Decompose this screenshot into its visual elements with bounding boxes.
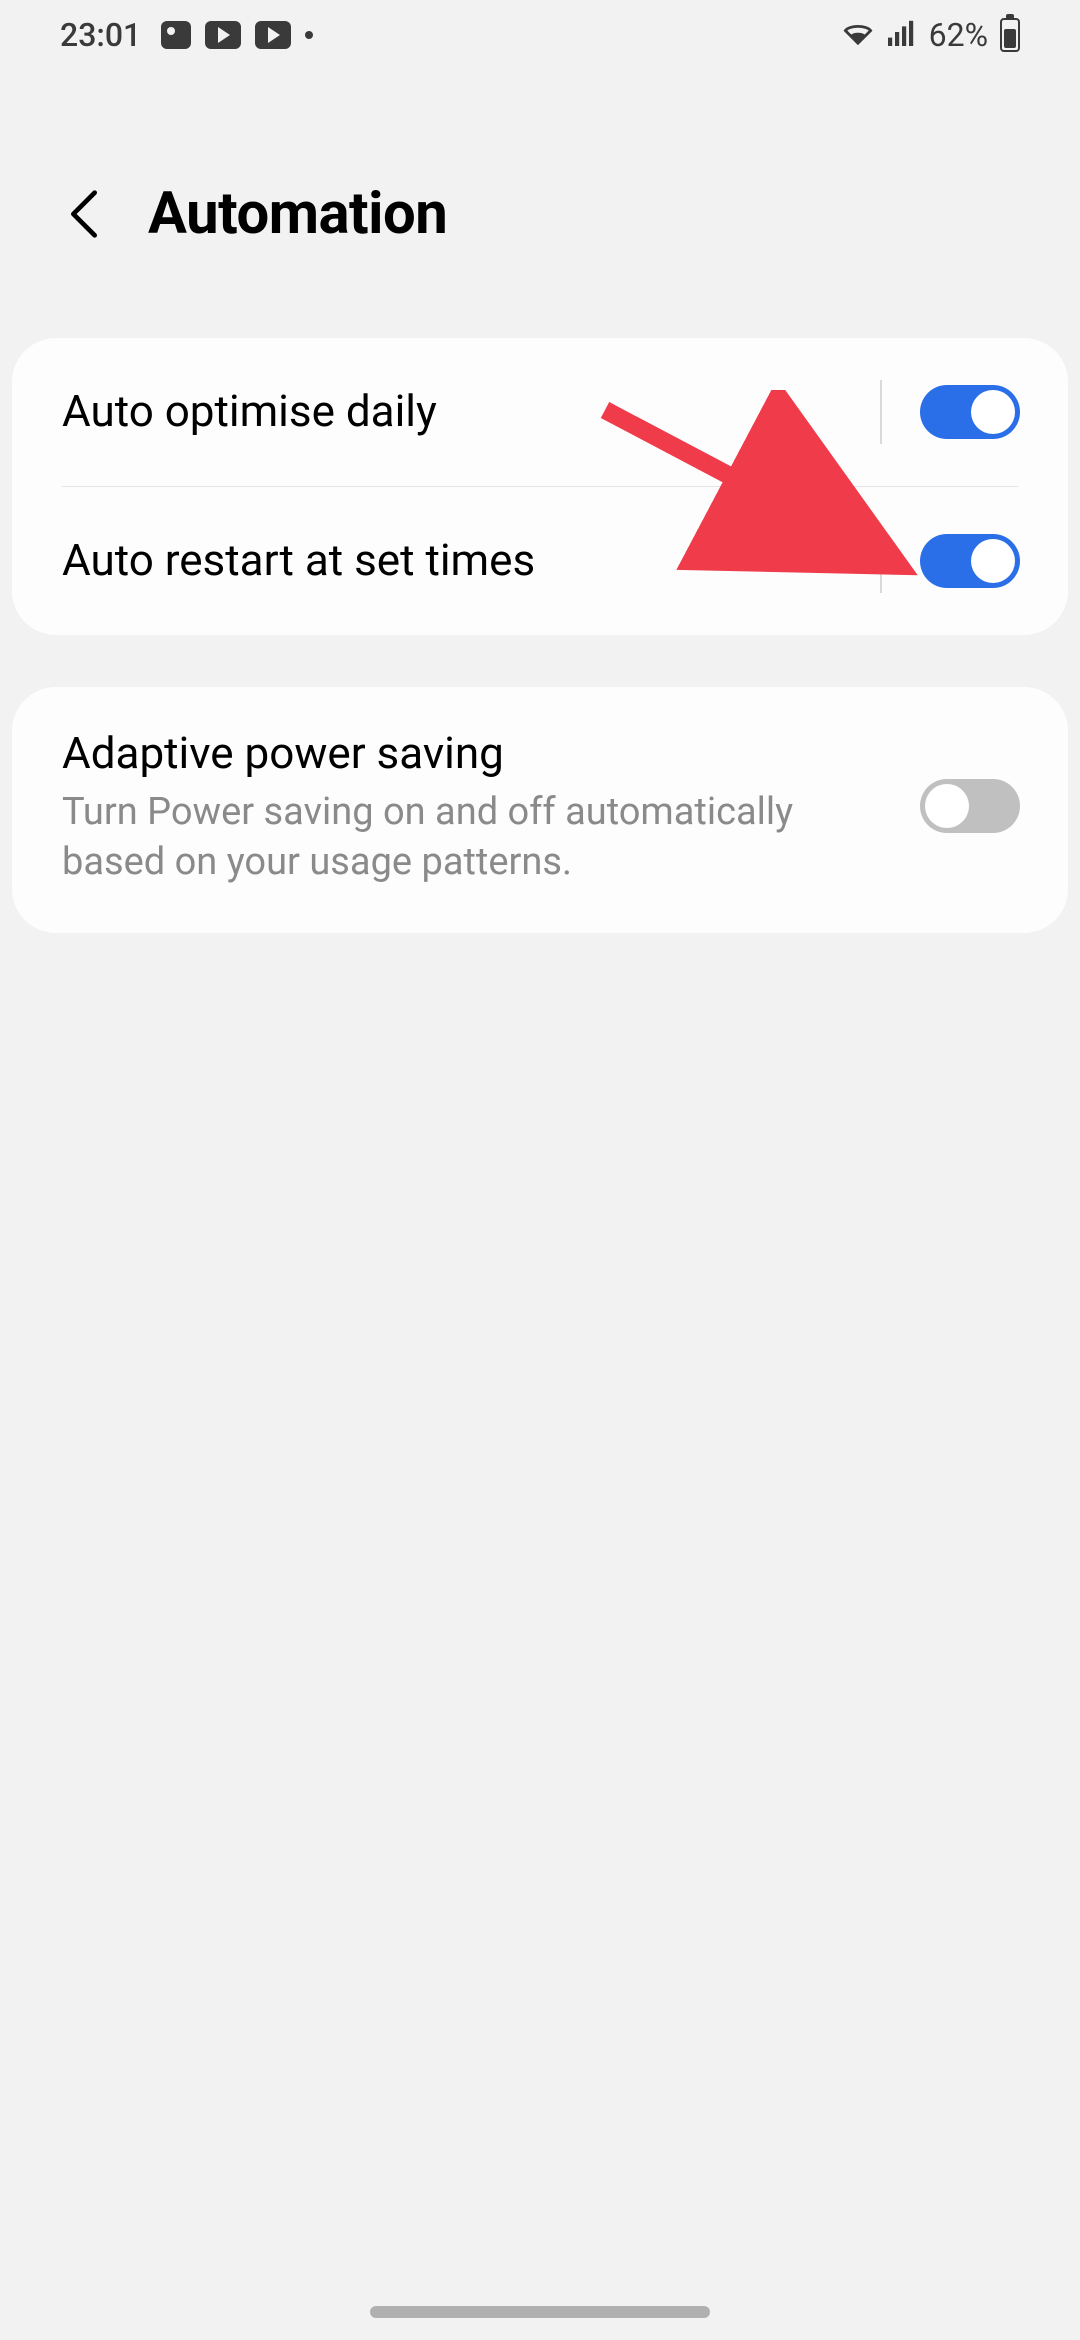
row-main: Auto restart at set times — [62, 532, 848, 589]
vertical-separator — [880, 529, 882, 593]
page-header: Automation — [0, 70, 1080, 338]
video-icon — [255, 21, 291, 49]
toggle-knob — [971, 539, 1015, 583]
row-title: Adaptive power saving — [62, 725, 896, 782]
toggle-knob — [925, 784, 969, 828]
more-notifications-dot — [305, 31, 313, 39]
settings-group-power: Adaptive power saving Turn Power saving … — [12, 687, 1068, 933]
row-adaptive-power-saving[interactable]: Adaptive power saving Turn Power saving … — [12, 687, 1068, 933]
row-main: Auto optimise daily — [62, 383, 848, 440]
battery-percentage: 62% — [929, 16, 988, 54]
toggle-adaptive-power-saving[interactable] — [920, 779, 1020, 833]
row-subtitle: Turn Power saving on and off automatical… — [62, 788, 896, 887]
battery-icon — [1000, 18, 1020, 52]
page-title: Automation — [148, 180, 447, 248]
signal-icon — [887, 16, 917, 54]
status-left: 23:01 — [60, 16, 313, 54]
status-bar: 23:01 62% — [0, 0, 1080, 70]
row-auto-restart-at-set-times[interactable]: Auto restart at set times — [12, 487, 1068, 635]
row-title: Auto restart at set times — [62, 532, 848, 589]
video-icon — [205, 21, 241, 49]
toggle-auto-restart-at-set-times[interactable] — [920, 534, 1020, 588]
chevron-left-icon — [68, 190, 100, 238]
row-auto-optimise-daily[interactable]: Auto optimise daily — [12, 338, 1068, 486]
row-title: Auto optimise daily — [62, 383, 848, 440]
back-button[interactable] — [60, 190, 108, 238]
toggle-auto-optimise-daily[interactable] — [920, 385, 1020, 439]
settings-group-automation: Auto optimise daily Auto restart at set … — [12, 338, 1068, 635]
gesture-nav-bar[interactable] — [370, 2306, 710, 2318]
toggle-knob — [971, 390, 1015, 434]
gallery-icon — [161, 21, 191, 49]
row-main: Adaptive power saving Turn Power saving … — [62, 725, 896, 887]
wifi-icon — [841, 16, 875, 54]
status-time: 23:01 — [60, 16, 141, 54]
status-right: 62% — [841, 16, 1020, 54]
vertical-separator — [880, 380, 882, 444]
